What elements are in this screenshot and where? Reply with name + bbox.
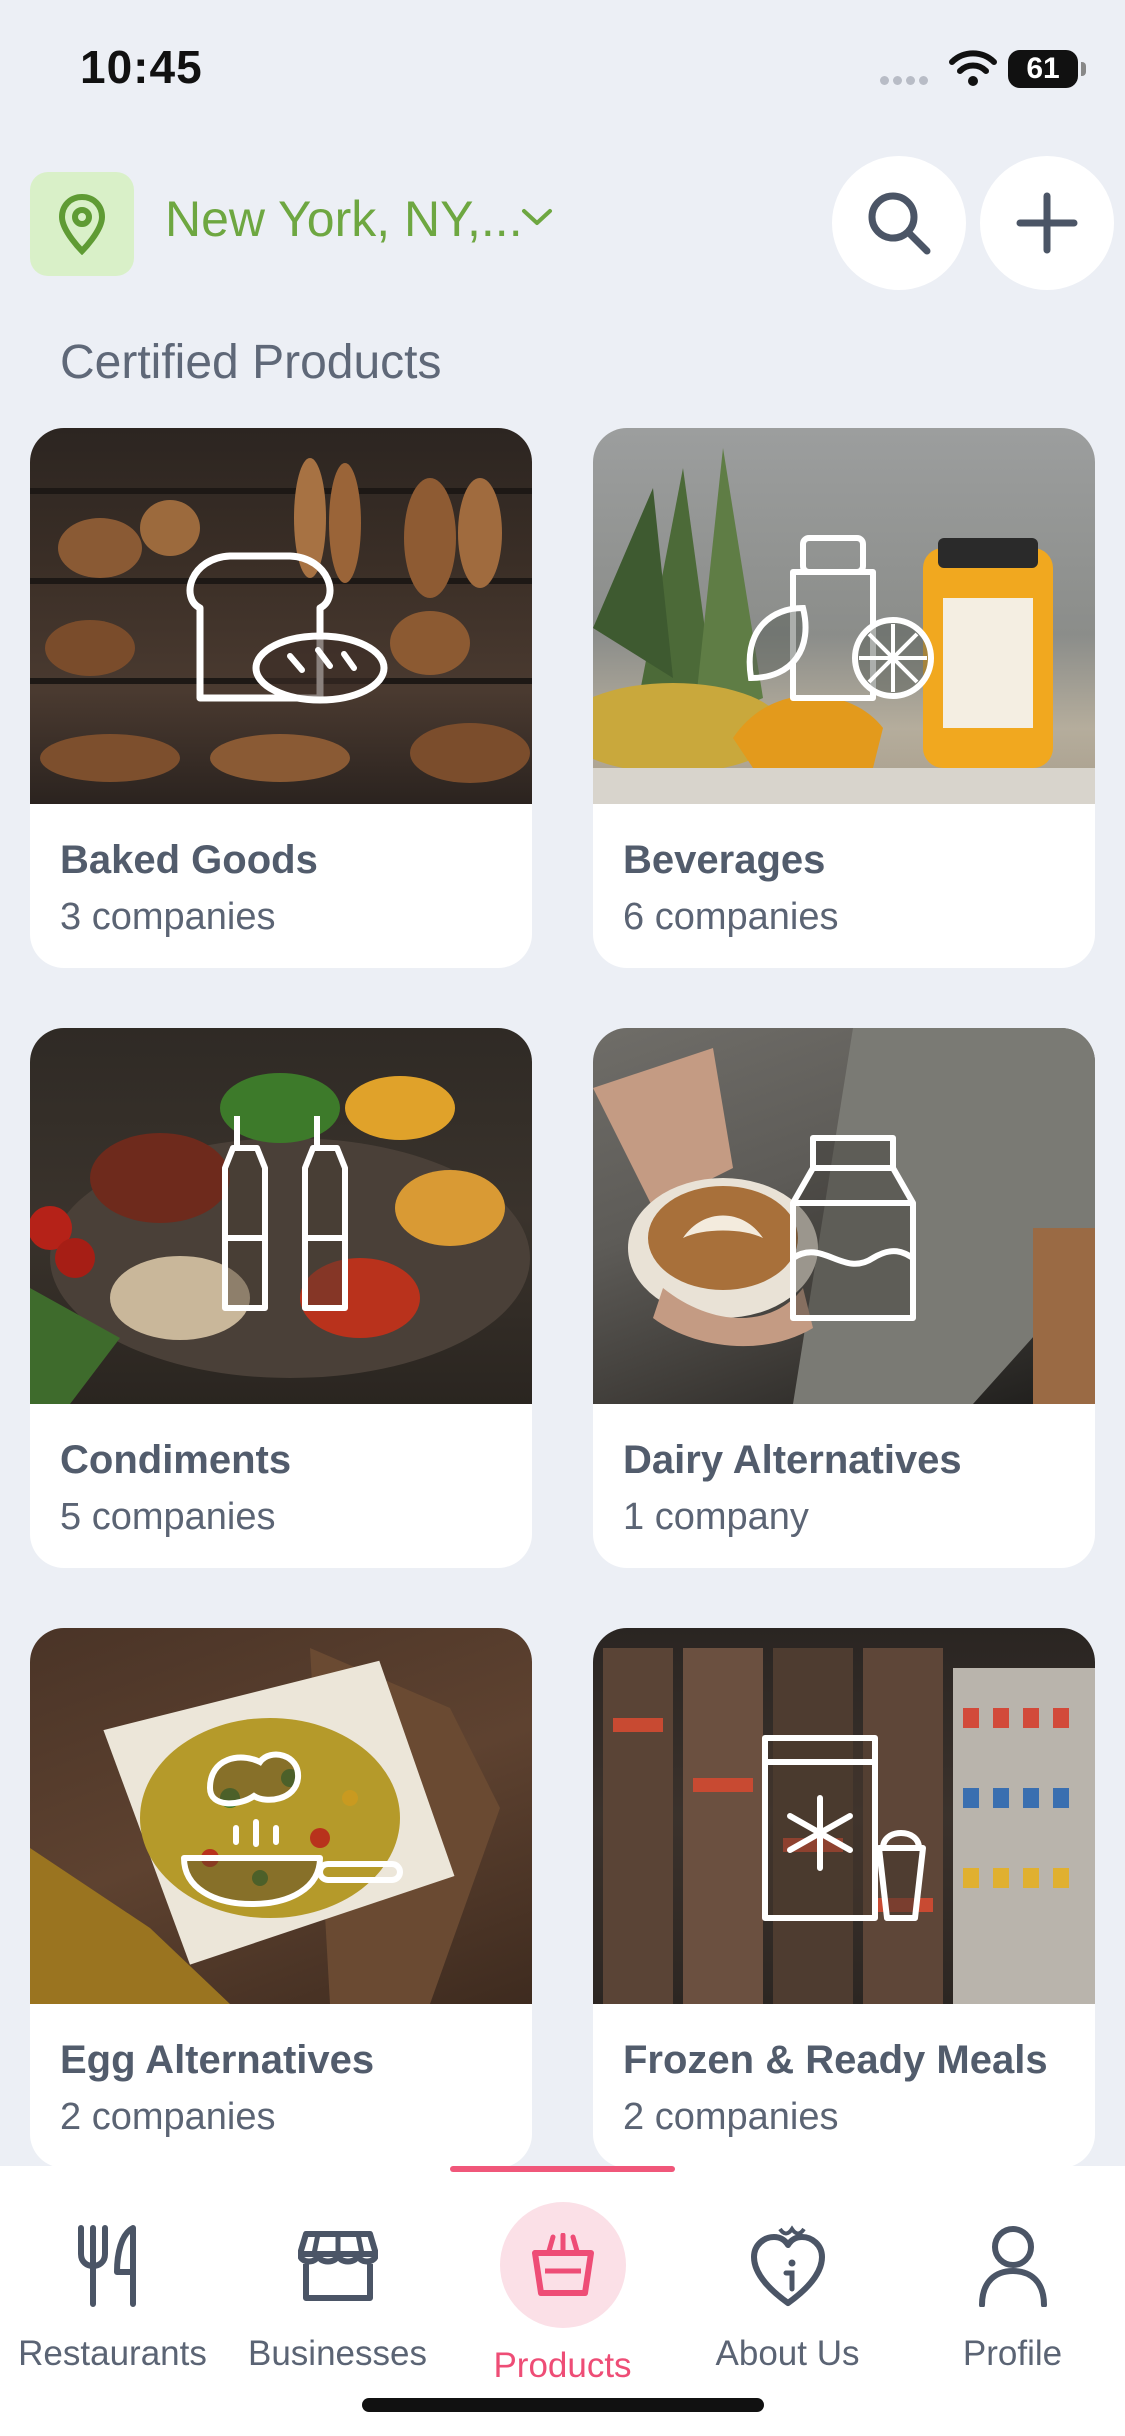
milk-carton-icon	[790, 1135, 916, 1321]
category-card-dairy-alternatives[interactable]: Dairy Alternatives 1 company	[593, 1028, 1095, 1568]
category-name: Baked Goods	[60, 838, 318, 882]
status-time: 10:45	[80, 41, 203, 93]
category-count: 5 companies	[60, 1496, 276, 1538]
battery-level: 61	[1026, 52, 1060, 85]
location-button[interactable]	[30, 172, 134, 276]
location-label[interactable]: New York, NY,...	[165, 190, 523, 248]
category-image	[30, 1028, 532, 1404]
condiment-bottles-icon	[222, 1116, 348, 1311]
category-name: Dairy Alternatives	[623, 1438, 962, 1482]
status-bar: 10:45 61	[0, 0, 1125, 140]
category-image	[30, 428, 532, 804]
map-pin-icon	[58, 193, 106, 255]
section-title: Certified Products	[60, 336, 442, 389]
plus-icon	[1016, 192, 1078, 254]
bottom-tab-bar: Restaurants Businesses Products About Us…	[0, 2166, 1125, 2436]
category-name: Condiments	[60, 1438, 292, 1482]
tab-about-us[interactable]: About Us	[675, 2216, 900, 2374]
category-card-frozen-ready-meals[interactable]: Frozen & Ready Meals 2 companies	[593, 1628, 1095, 2168]
category-name: Frozen & Ready Meals	[623, 2038, 1048, 2082]
frozen-bag-icon	[762, 1735, 926, 1921]
tab-label: Businesses	[248, 2334, 427, 2373]
add-button[interactable]	[980, 156, 1114, 290]
frying-pan-icon	[181, 1751, 403, 1907]
heart-info-icon	[750, 2225, 825, 2306]
tab-label: About Us	[715, 2334, 860, 2373]
bread-icon	[186, 552, 388, 704]
tab-profile[interactable]: Profile	[900, 2216, 1125, 2374]
category-count: 2 companies	[60, 2096, 276, 2138]
category-count: 2 companies	[623, 2096, 839, 2138]
tab-label: Products	[493, 2346, 632, 2385]
wifi-icon	[949, 50, 997, 86]
category-image	[593, 1628, 1095, 2004]
category-name: Beverages	[623, 838, 826, 882]
search-button[interactable]	[832, 156, 966, 290]
tab-restaurants[interactable]: Restaurants	[0, 2216, 225, 2374]
category-count: 3 companies	[60, 896, 276, 938]
grocery-basket-icon	[531, 2233, 594, 2296]
category-card-beverages[interactable]: Beverages 6 companies	[593, 428, 1095, 968]
category-count: 6 companies	[623, 896, 839, 938]
tab-label: Profile	[962, 2334, 1063, 2373]
tab-products[interactable]: Products	[450, 2202, 675, 2386]
signal-icon	[880, 72, 932, 90]
fork-knife-icon	[77, 2225, 136, 2307]
tab-label: Restaurants	[18, 2334, 207, 2373]
category-image	[593, 1028, 1095, 1404]
category-name: Egg Alternatives	[60, 2038, 375, 2082]
home-indicator	[362, 2398, 764, 2412]
category-card-egg-alternatives[interactable]: Egg Alternatives 2 companies	[30, 1628, 532, 2168]
bottle-leaf-icon	[746, 535, 934, 701]
active-tab-indicator	[450, 2166, 675, 2172]
category-card-baked-goods[interactable]: Baked Goods 3 companies	[30, 428, 532, 968]
category-image	[593, 428, 1095, 804]
tab-businesses[interactable]: Businesses	[225, 2216, 450, 2374]
category-card-condiments[interactable]: Condiments 5 companies	[30, 1028, 532, 1568]
search-icon	[868, 192, 931, 255]
storefront-icon	[297, 2231, 378, 2301]
person-icon	[978, 2226, 1047, 2307]
chevron-down-icon[interactable]	[520, 205, 554, 229]
category-image	[30, 1628, 532, 2004]
battery-icon: 61	[1008, 50, 1086, 88]
category-count: 1 company	[623, 1496, 809, 1538]
